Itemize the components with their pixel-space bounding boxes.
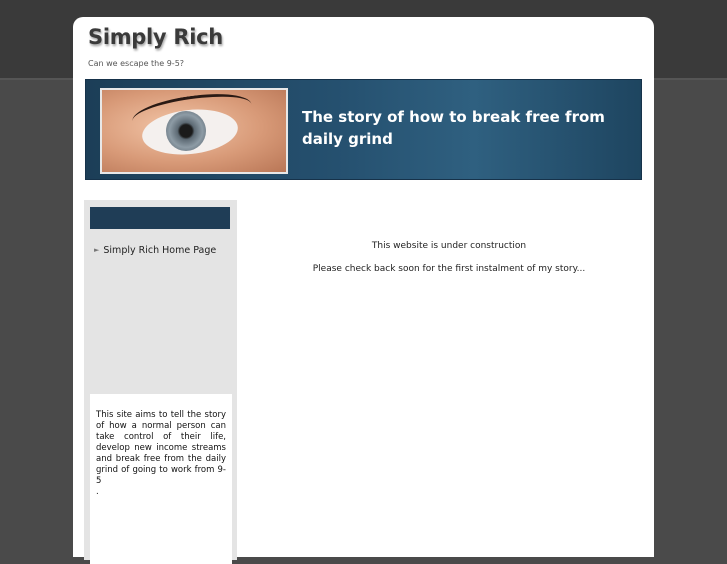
bullet-icon: ► bbox=[94, 246, 100, 254]
sidebar-about-trailing: . bbox=[96, 487, 99, 497]
construction-note: Please check back soon for the first ins… bbox=[312, 264, 586, 274]
site-title[interactable]: Simply Rich bbox=[88, 25, 223, 49]
sidebar-header-bar bbox=[90, 207, 230, 229]
banner-headline: The story of how to break free from dail… bbox=[302, 108, 605, 148]
site-tagline: Can we escape the 9-5? bbox=[88, 59, 185, 68]
eye-photo bbox=[100, 88, 288, 174]
page-container: Simply Rich Can we escape the 9-5? The s… bbox=[73, 17, 654, 564]
sidebar-about-text: This site aims to tell the story of how … bbox=[96, 410, 226, 486]
sidebar: ► Simply Rich Home Page This site aims to… bbox=[84, 200, 237, 564]
main-content: This website is under construction Pleas… bbox=[249, 241, 649, 287]
sidebar-link-label: Simply Rich Home Page bbox=[103, 245, 217, 256]
sidebar-link-home[interactable]: ► Simply Rich Home Page bbox=[94, 245, 216, 256]
construction-status: This website is under construction bbox=[371, 241, 527, 251]
header-banner: The story of how to break free from dail… bbox=[85, 79, 642, 180]
sidebar-about-box: This site aims to tell the story of how … bbox=[90, 394, 232, 564]
